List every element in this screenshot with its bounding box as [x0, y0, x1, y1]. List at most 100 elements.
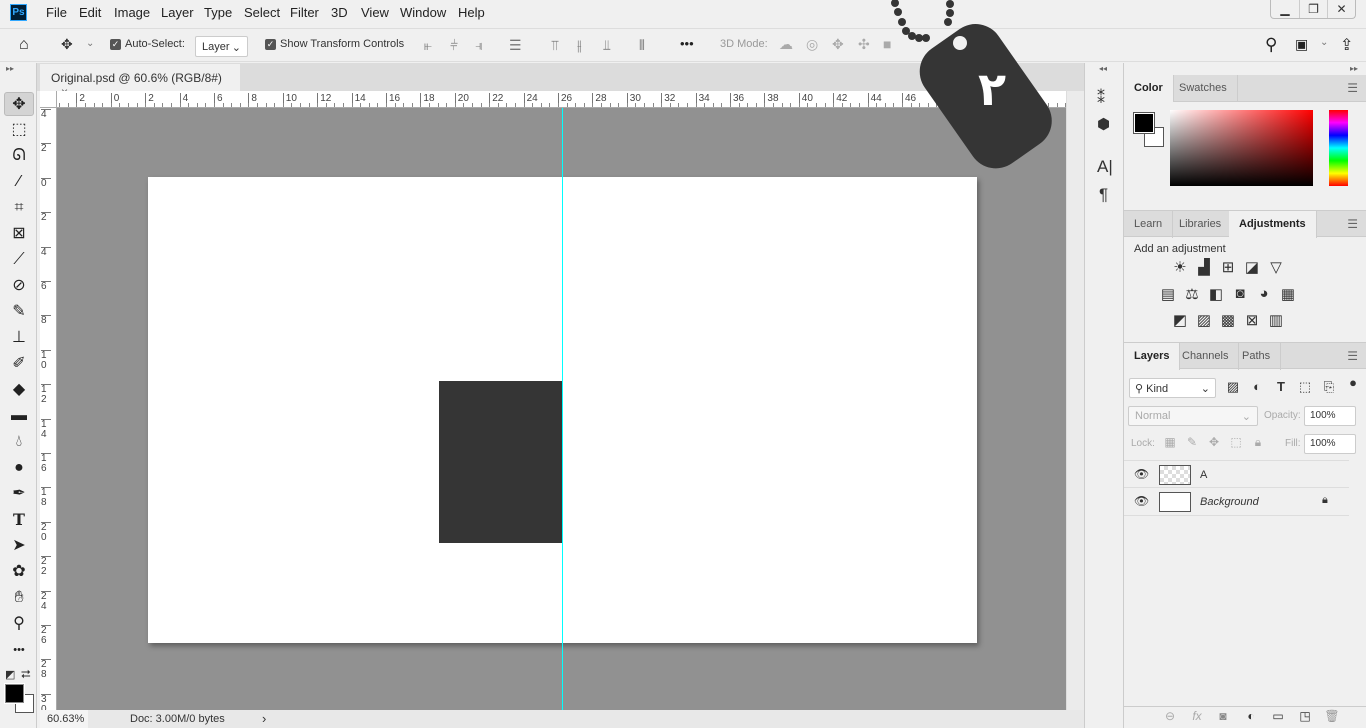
menu-view[interactable]: View: [361, 5, 389, 20]
lock-pixels-icon[interactable]: ✎: [1181, 435, 1203, 449]
layer-row-a[interactable]: 👁︎ A: [1124, 460, 1349, 488]
status-menu-arrow[interactable]: ›: [262, 711, 266, 726]
crop-tool[interactable]: ⌗: [4, 196, 34, 220]
custom-shape-tool[interactable]: ✿: [4, 560, 34, 584]
black-white-icon[interactable]: ◧: [1205, 285, 1227, 303]
fill-input[interactable]: 100%: [1304, 434, 1356, 454]
filter-pixel-icon[interactable]: ▨: [1222, 379, 1244, 395]
blend-mode-dropdown[interactable]: Normal ⌄: [1128, 406, 1258, 426]
layer-row-background[interactable]: 👁︎ Background 🔒︎: [1124, 488, 1349, 516]
menu-edit[interactable]: Edit: [79, 5, 101, 20]
color-balance-icon[interactable]: ⚖: [1181, 285, 1203, 303]
blur-tool[interactable]: 💧︎: [4, 430, 34, 454]
vertical-ruler[interactable]: 4 2 0 2 4 6 8 10 12 14 16 18 20 22 24 26 28 30: [40, 108, 57, 710]
collapse-icon[interactable]: ▸▸: [6, 64, 14, 73]
channel-mixer-icon[interactable]: ◕: [1253, 285, 1275, 302]
align-center-icon[interactable]: ⫩: [450, 37, 458, 54]
rectangular-marquee-tool[interactable]: ⬚: [4, 118, 34, 142]
path-selection-tool[interactable]: ➤: [4, 534, 34, 558]
menu-file[interactable]: File: [46, 5, 67, 20]
visibility-eye-icon[interactable]: 👁︎: [1134, 494, 1149, 508]
magic-wand-tool[interactable]: ⁄: [4, 170, 34, 194]
document-tab[interactable]: Original.psd @ 60.6% (RGB/8#) ×: [40, 64, 240, 99]
add-mask-icon[interactable]: ◙: [1212, 709, 1234, 723]
search-icon[interactable]: ⚲: [1265, 35, 1277, 55]
gradient-tool[interactable]: ▬: [4, 404, 34, 428]
canvas-workspace[interactable]: [57, 108, 1066, 710]
hue-slider[interactable]: [1329, 110, 1348, 186]
link-layers-icon[interactable]: ⊖: [1159, 709, 1181, 723]
new-group-icon[interactable]: ▭: [1267, 709, 1289, 723]
brightness-contrast-icon[interactable]: ☀: [1169, 258, 1191, 276]
restore-button[interactable]: ❐: [1299, 0, 1327, 18]
auto-select-target-dropdown[interactable]: Layer ⌄: [195, 36, 248, 57]
chevron-down-icon[interactable]: ⌄: [1320, 37, 1328, 48]
curves-icon[interactable]: ⊞: [1217, 258, 1239, 276]
align-middle-icon[interactable]: ⫲: [577, 37, 582, 54]
lock-transparency-icon[interactable]: ▦: [1159, 435, 1181, 449]
distribute-vertical-icon[interactable]: ☰: [509, 37, 522, 54]
menu-layer[interactable]: Layer: [161, 5, 194, 20]
paragraph-icon[interactable]: ¶: [1099, 185, 1108, 205]
exposure-icon[interactable]: ◪: [1241, 258, 1263, 276]
type-tool[interactable]: T: [4, 508, 34, 532]
tab-swatches[interactable]: Swatches: [1169, 75, 1238, 102]
panel-menu-icon[interactable]: ☰: [1347, 217, 1358, 231]
visibility-eye-icon[interactable]: 👁︎: [1134, 467, 1149, 481]
clone-stamp-tool[interactable]: ⊥: [4, 326, 34, 350]
layer-a-rectangle[interactable]: [439, 381, 562, 543]
history-icon[interactable]: ⁑: [1097, 88, 1105, 108]
menu-3d[interactable]: 3D: [331, 5, 348, 20]
align-top-icon[interactable]: ⫪: [551, 37, 559, 54]
more-options-button[interactable]: •••: [680, 36, 694, 51]
eyedropper-tool[interactable]: ⟋: [4, 248, 34, 272]
menu-window[interactable]: Window: [400, 5, 446, 20]
tab-libraries[interactable]: Libraries: [1169, 211, 1233, 238]
lock-artboard-icon[interactable]: ⬚: [1225, 435, 1247, 449]
swap-colors-icon[interactable]: ⮂: [21, 667, 31, 682]
brush-tool[interactable]: ✎: [4, 300, 34, 324]
vertical-scrollbar[interactable]: [1066, 91, 1084, 728]
align-bottom-icon[interactable]: ⫫: [603, 37, 611, 54]
share-icon[interactable]: ⇪: [1340, 35, 1353, 55]
foreground-color-swatch[interactable]: [4, 683, 25, 704]
vibrance-icon[interactable]: ▽: [1265, 258, 1287, 276]
menu-image[interactable]: Image: [114, 5, 150, 20]
hand-tool[interactable]: ✋︎: [4, 586, 34, 610]
foreground-color-swatch[interactable]: [1133, 112, 1155, 134]
filter-shape-icon[interactable]: ⬚: [1294, 379, 1316, 395]
vertical-guide[interactable]: [562, 108, 563, 710]
collapse-panels-icon[interactable]: ▸▸: [1350, 64, 1358, 73]
delete-layer-icon[interactable]: 🗑︎: [1321, 709, 1343, 723]
slide-3d-icon[interactable]: ✣: [858, 36, 870, 53]
levels-icon[interactable]: ▟: [1193, 258, 1215, 276]
3d-panel-icon[interactable]: ⬢: [1097, 115, 1110, 133]
orbit-3d-icon[interactable]: ☁: [779, 36, 793, 53]
color-lookup-icon[interactable]: ▦: [1277, 285, 1299, 303]
move-tool-icon[interactable]: ✥: [61, 36, 73, 53]
gradient-map-icon[interactable]: ▥: [1265, 311, 1287, 329]
new-adjustment-layer-icon[interactable]: ◐: [1240, 709, 1262, 723]
panel-menu-icon[interactable]: ☰: [1347, 349, 1358, 363]
menu-type[interactable]: Type: [204, 5, 232, 20]
default-colors-icon[interactable]: ◩: [5, 668, 15, 681]
tab-adjustments[interactable]: Adjustments: [1229, 211, 1317, 238]
panel-menu-icon[interactable]: ☰: [1347, 81, 1358, 95]
more-tools-tool[interactable]: •••: [4, 638, 34, 662]
pen-tool[interactable]: ✒: [4, 482, 34, 506]
chevron-down-icon[interactable]: ⌄: [86, 38, 94, 49]
tab-color[interactable]: Color: [1124, 75, 1174, 102]
align-right-icon[interactable]: ⫣: [475, 37, 483, 54]
new-layer-icon[interactable]: ◳: [1294, 709, 1316, 723]
close-button[interactable]: ✕: [1327, 0, 1355, 18]
hue-saturation-icon[interactable]: ▤: [1157, 285, 1179, 303]
tab-channels[interactable]: Channels: [1172, 343, 1240, 370]
ruler-origin[interactable]: [40, 91, 57, 108]
minimize-button[interactable]: ▁: [1271, 0, 1299, 18]
selective-color-icon[interactable]: ⊠: [1241, 311, 1263, 329]
layer-name[interactable]: A: [1200, 469, 1207, 481]
lock-position-icon[interactable]: ✥: [1203, 435, 1225, 449]
zoom-level[interactable]: 60.63%: [40, 710, 88, 728]
layer-filter-dropdown[interactable]: ⚲ Kind ⌄: [1129, 378, 1216, 398]
menu-select[interactable]: Select: [244, 5, 280, 20]
